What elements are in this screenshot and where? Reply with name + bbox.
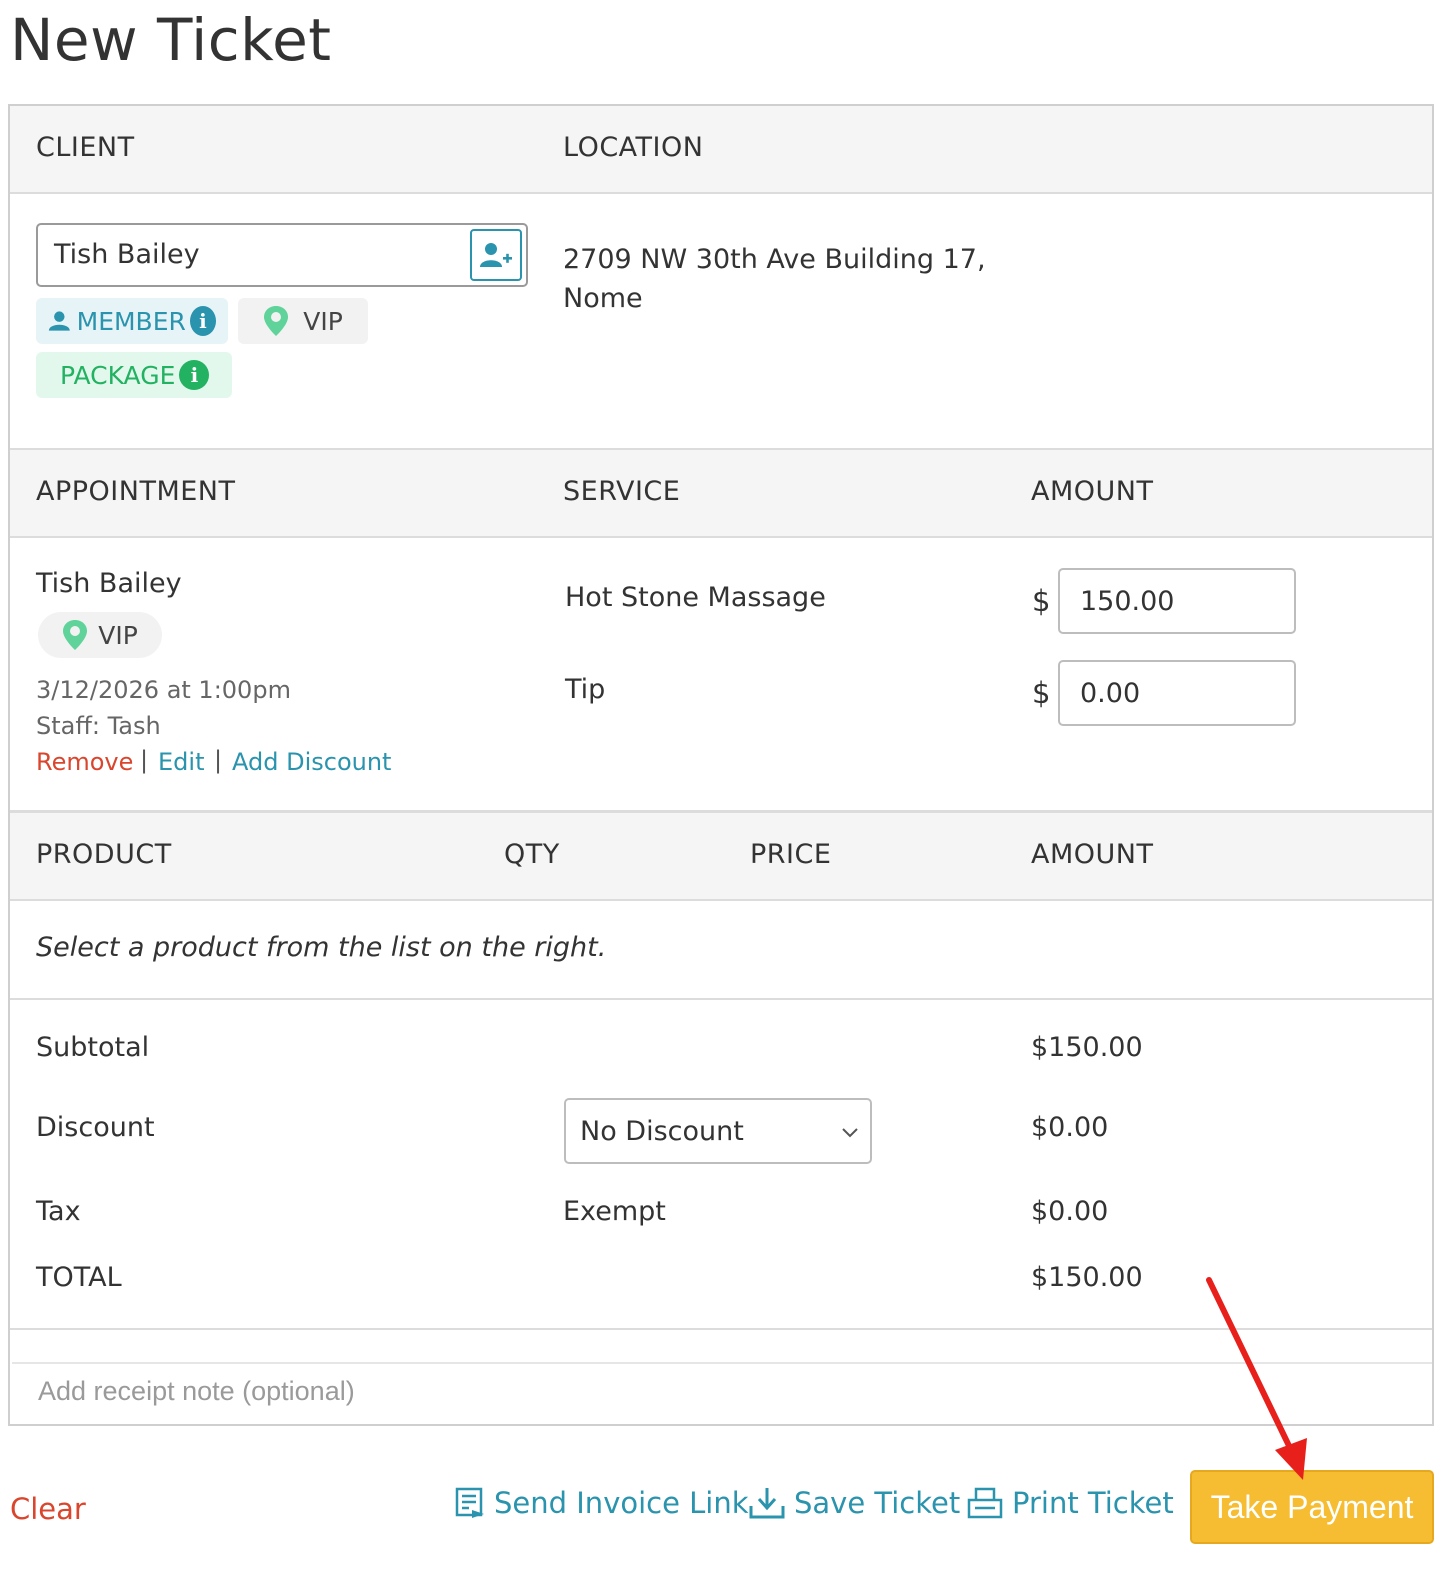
- service-name: Hot Stone Massage: [565, 582, 826, 613]
- appointment-vip-label: VIP: [98, 620, 138, 650]
- tax-value: $0.00: [1031, 1196, 1109, 1227]
- tax-status: Exempt: [563, 1196, 666, 1227]
- receipt-note-placeholder: Add receipt note (optional): [38, 1376, 355, 1406]
- subtotal-label: Subtotal: [36, 1032, 150, 1063]
- add-client-button[interactable]: [470, 229, 522, 281]
- amount-header: AMOUNT: [1031, 476, 1154, 507]
- tip-amount-value: 0.00: [1080, 678, 1141, 709]
- package-badge-label: PACKAGE: [60, 360, 176, 390]
- service-header: SERVICE: [563, 476, 681, 507]
- send-invoice-label: Send Invoice Link: [494, 1486, 749, 1520]
- vip-badge: VIP: [238, 298, 368, 344]
- print-ticket-label: Print Ticket: [1012, 1486, 1174, 1520]
- add-user-icon: [480, 243, 512, 267]
- total-label: TOTAL: [36, 1262, 122, 1293]
- location-address: 2709 NW 30th Ave Building 17, Nome: [563, 240, 986, 318]
- divider: [10, 998, 1432, 1000]
- send-invoice-link-button[interactable]: Send Invoice Link: [454, 1486, 749, 1520]
- location-line: 2709 NW 30th Ave Building 17,: [563, 244, 986, 275]
- package-badge[interactable]: PACKAGE i: [36, 352, 232, 398]
- amount-header: AMOUNT: [1031, 839, 1154, 870]
- discount-select-value: No Discount: [580, 1116, 744, 1147]
- product-section-header: PRODUCT QTY PRICE AMOUNT: [10, 810, 1432, 901]
- location-line: Nome: [563, 283, 643, 314]
- remove-link[interactable]: Remove: [36, 748, 133, 776]
- annotation-arrow: [1206, 1277, 1307, 1480]
- appointment-client-name: Tish Bailey: [36, 568, 182, 599]
- product-empty-message: Select a product from the list on the ri…: [36, 932, 607, 963]
- appointment-staff: Staff: Tash: [36, 712, 161, 740]
- client-header: CLIENT: [36, 132, 135, 163]
- info-icon[interactable]: i: [179, 360, 210, 390]
- tax-label: Tax: [36, 1196, 81, 1227]
- discount-value: $0.00: [1031, 1112, 1109, 1143]
- link-separator: |: [214, 746, 223, 774]
- clear-button[interactable]: Clear: [10, 1492, 86, 1526]
- discount-select[interactable]: No Discount: [564, 1098, 872, 1164]
- appointment-header: APPOINTMENT: [36, 476, 236, 507]
- link-separator: |: [140, 746, 149, 774]
- location-header: LOCATION: [563, 132, 704, 163]
- appointment-section-header: APPOINTMENT SERVICE AMOUNT: [10, 448, 1432, 538]
- service-amount-input[interactable]: 150.00: [1058, 568, 1296, 634]
- client-name-value: Tish Bailey: [54, 239, 200, 270]
- invoice-icon: [455, 1487, 484, 1518]
- vip-badge-label: VIP: [303, 306, 343, 336]
- member-badge[interactable]: MEMBER i: [36, 298, 228, 344]
- chevron-down-icon: [842, 1128, 858, 1138]
- qty-header: QTY: [504, 839, 560, 870]
- tip-label: Tip: [565, 674, 606, 705]
- currency-symbol: $: [1032, 584, 1051, 618]
- currency-symbol: $: [1032, 676, 1051, 710]
- ticket-panel: CLIENT LOCATION Tish Bailey MEMBER i VIP: [8, 104, 1434, 1426]
- save-ticket-button[interactable]: Save Ticket: [748, 1486, 960, 1520]
- person-icon: [48, 311, 70, 331]
- discount-label: Discount: [36, 1112, 155, 1143]
- product-header: PRODUCT: [36, 839, 172, 870]
- price-header: PRICE: [750, 839, 832, 870]
- print-ticket-button[interactable]: Print Ticket: [966, 1486, 1174, 1520]
- add-discount-link[interactable]: Add Discount: [232, 748, 391, 776]
- appointment-datetime: 3/12/2026 at 1:00pm: [36, 676, 291, 704]
- download-icon: [749, 1488, 785, 1519]
- tip-amount-input[interactable]: 0.00: [1058, 660, 1296, 726]
- subtotal-value: $150.00: [1031, 1032, 1143, 1063]
- map-pin-icon: [264, 306, 289, 336]
- edit-link[interactable]: Edit: [158, 748, 204, 776]
- member-badge-label: MEMBER: [76, 306, 186, 336]
- page-title: New Ticket: [10, 6, 332, 74]
- save-ticket-label: Save Ticket: [794, 1486, 961, 1520]
- client-field[interactable]: Tish Bailey: [36, 223, 528, 287]
- info-icon[interactable]: i: [189, 306, 216, 336]
- total-value: $150.00: [1031, 1262, 1143, 1293]
- service-amount-value: 150.00: [1080, 586, 1175, 617]
- client-section-header: CLIENT LOCATION: [10, 106, 1432, 194]
- map-pin-icon: [63, 620, 88, 650]
- appointment-vip-badge: VIP: [38, 612, 162, 658]
- printer-icon: [967, 1487, 1003, 1519]
